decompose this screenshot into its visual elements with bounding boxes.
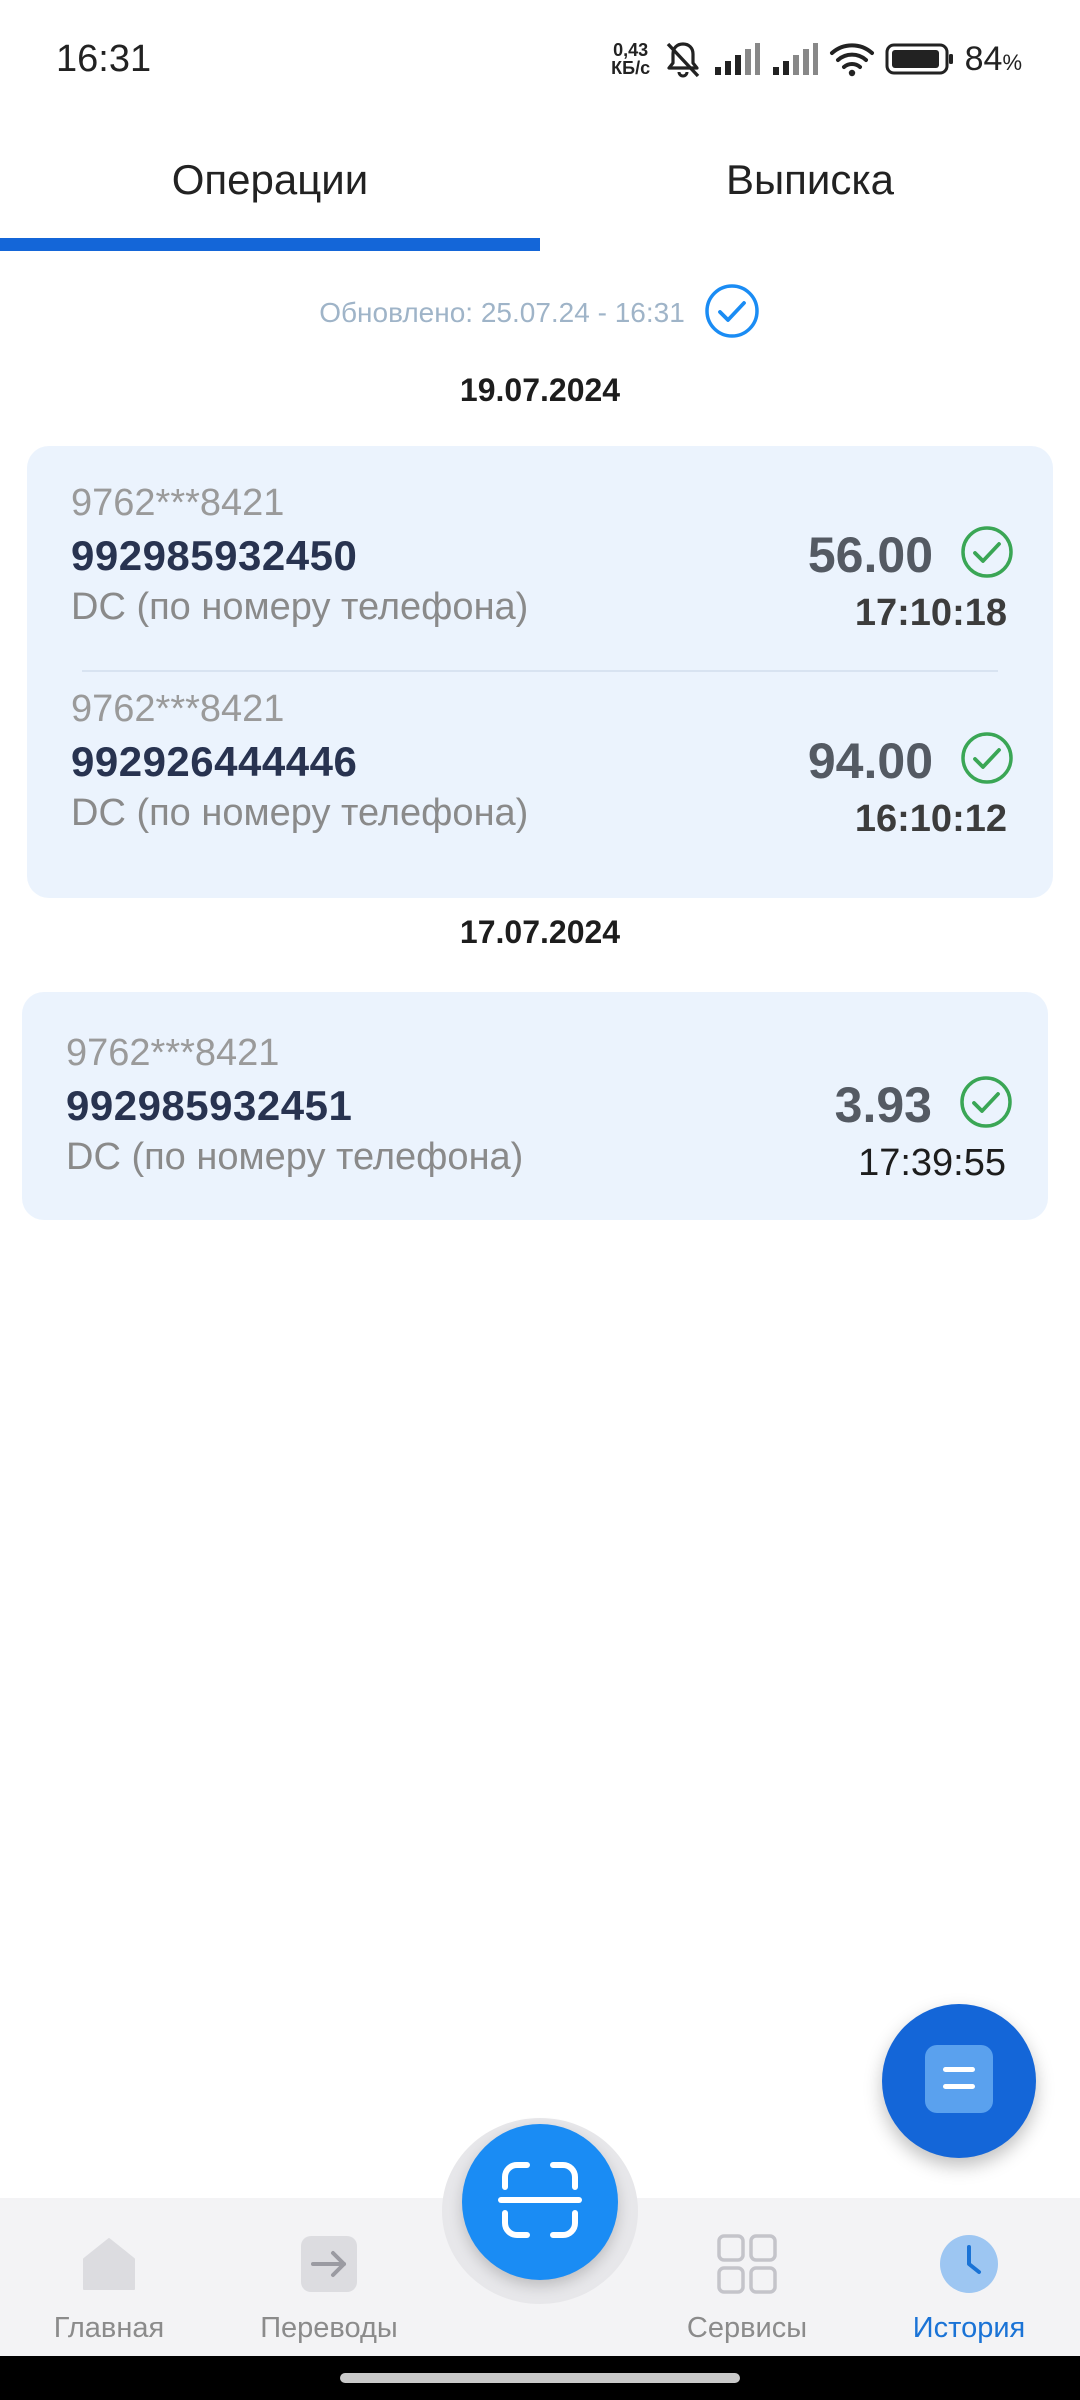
transaction-group-card: 9762***8421 992985932451 DC (по номеру т… xyxy=(22,992,1048,1220)
chat-button[interactable] xyxy=(882,2004,1036,2158)
scan-qr-button[interactable] xyxy=(462,2124,618,2280)
battery-percent-value: 84 xyxy=(964,39,1003,78)
transaction-item[interactable]: 9762***8421 992985932451 DC (по номеру т… xyxy=(22,1032,1048,1192)
bell-muted-icon xyxy=(663,39,703,79)
transaction-description: DC (по номеру телефона) xyxy=(71,792,529,834)
nav-transfers-label: Переводы xyxy=(260,2312,398,2344)
transaction-amount: 3.93 xyxy=(834,1077,932,1133)
success-check-icon xyxy=(958,1074,1014,1135)
tab-bar: Операции Выписка xyxy=(0,120,1080,251)
recipient-phone: 992926444446 xyxy=(71,738,358,785)
battery-percent-symbol: % xyxy=(1002,49,1022,75)
transaction-amount: 56.00 xyxy=(807,527,933,583)
signal-icon-1 xyxy=(713,41,761,77)
grid-icon xyxy=(716,2232,778,2296)
nav-services-label: Сервисы xyxy=(686,2312,808,2344)
active-tab-indicator xyxy=(0,238,540,251)
battery-percent: 84% xyxy=(965,40,1022,79)
transaction-description: DC (по номеру телефона) xyxy=(71,586,529,628)
home-indicator[interactable] xyxy=(340,2373,740,2383)
transaction-time: 16:10:12 xyxy=(854,798,1007,840)
card-number: 9762***8421 xyxy=(71,482,285,524)
clock-icon xyxy=(938,2232,1000,2296)
date-header: 17.07.2024 xyxy=(459,914,621,950)
recipient-phone: 992985932451 xyxy=(66,1082,353,1129)
nav-home[interactable]: Главная xyxy=(34,2198,184,2356)
card-number: 9762***8421 xyxy=(71,688,285,730)
nav-home-label: Главная xyxy=(53,2312,165,2344)
success-check-icon xyxy=(959,730,1015,791)
tab-operations[interactable]: Операции xyxy=(0,120,540,240)
nav-history-label: История xyxy=(912,2312,1026,2344)
status-bar: 16:31 0,43 КБ/с 84% xyxy=(0,0,1080,120)
network-speed: 0,43 КБ/с xyxy=(609,41,653,77)
nav-services[interactable]: Сервисы xyxy=(672,2198,822,2356)
arrow-right-icon xyxy=(298,2232,360,2296)
network-speed-unit: КБ/с xyxy=(611,58,651,78)
wifi-icon xyxy=(829,41,875,77)
transaction-amount: 94.00 xyxy=(807,733,933,789)
updated-text: Обновлено: 25.07.24 - 16:31 xyxy=(319,297,685,328)
tab-statement[interactable]: Выписка xyxy=(540,120,1080,240)
transaction-time: 17:39:55 xyxy=(858,1142,1006,1184)
transaction-item[interactable]: 9762***8421 992926444446 DC (по номеру т… xyxy=(27,688,1053,848)
success-check-icon xyxy=(959,524,1015,585)
battery-icon xyxy=(885,41,955,77)
transaction-time: 17:10:18 xyxy=(854,592,1007,634)
updated-status: Обновлено: 25.07.24 - 16:31 xyxy=(0,282,1080,344)
transaction-item[interactable]: 9762***8421 992985932450 DC (по номеру т… xyxy=(27,482,1053,642)
signal-icon-2 xyxy=(771,41,819,77)
chat-icon xyxy=(921,2041,997,2122)
divider xyxy=(82,670,998,672)
system-navigation-bar xyxy=(0,2356,1080,2400)
scan-icon xyxy=(497,2157,583,2248)
card-number: 9762***8421 xyxy=(66,1032,280,1074)
status-time: 16:31 xyxy=(56,38,152,80)
nav-history[interactable]: История xyxy=(894,2198,1044,2356)
status-icons: 0,43 КБ/с 84% xyxy=(609,34,1022,84)
refresh-check-icon[interactable] xyxy=(703,282,761,345)
transaction-description: DC (по номеру телефона) xyxy=(66,1136,524,1178)
home-icon xyxy=(78,2232,140,2296)
recipient-phone: 992985932450 xyxy=(71,532,358,579)
date-header: 19.07.2024 xyxy=(459,372,621,408)
nav-transfers[interactable]: Переводы xyxy=(254,2198,404,2356)
network-speed-value: 0,43 xyxy=(613,40,649,60)
transaction-group-card: 9762***8421 992985932450 DC (по номеру т… xyxy=(27,446,1053,898)
